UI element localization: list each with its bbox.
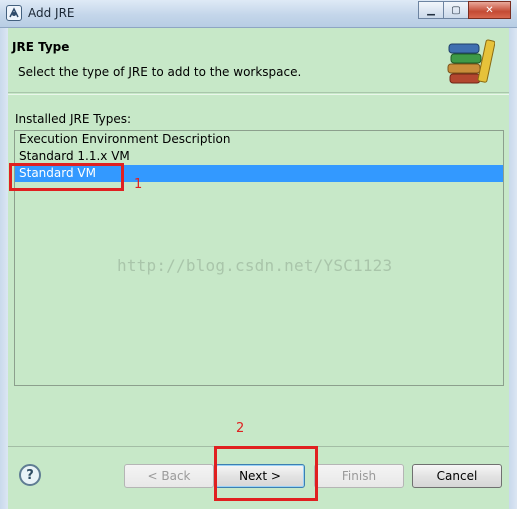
window-title: Add JRE — [28, 6, 75, 20]
maximize-button[interactable]: ▢ — [443, 1, 469, 19]
wizard-banner: JRE Type Select the type of JRE to add t… — [8, 28, 509, 93]
window-frame-left — [0, 28, 8, 509]
watermark-text: http://blog.csdn.net/YSC1123 — [117, 256, 393, 275]
annotation-step-2: 2 — [236, 421, 245, 436]
close-button[interactable]: ✕ — [468, 1, 511, 19]
highlight-box-next — [214, 446, 318, 501]
highlight-box-standard-vm — [9, 163, 124, 191]
cancel-button[interactable]: Cancel — [412, 464, 502, 488]
help-button[interactable]: ? — [19, 464, 41, 486]
window-frame-right — [509, 28, 517, 509]
annotation-step-1: 1 — [134, 177, 143, 192]
window-controls: ▁ ▢ ✕ — [418, 1, 511, 19]
books-icon — [445, 36, 496, 86]
finish-button[interactable]: Finish — [314, 464, 404, 488]
page-description: Select the type of JRE to add to the wor… — [18, 65, 302, 79]
eclipse-app-icon — [6, 5, 22, 21]
minimize-button[interactable]: ▁ — [418, 1, 444, 19]
page-title: JRE Type — [12, 40, 70, 54]
title-bar: Add JRE ▁ ▢ ✕ — [0, 0, 517, 28]
back-button[interactable]: < Back — [124, 464, 214, 488]
banner-separator — [8, 94, 509, 95]
list-item-execution-environment[interactable]: Execution Environment Description — [15, 131, 503, 148]
installed-jre-types-label: Installed JRE Types: — [15, 112, 132, 126]
